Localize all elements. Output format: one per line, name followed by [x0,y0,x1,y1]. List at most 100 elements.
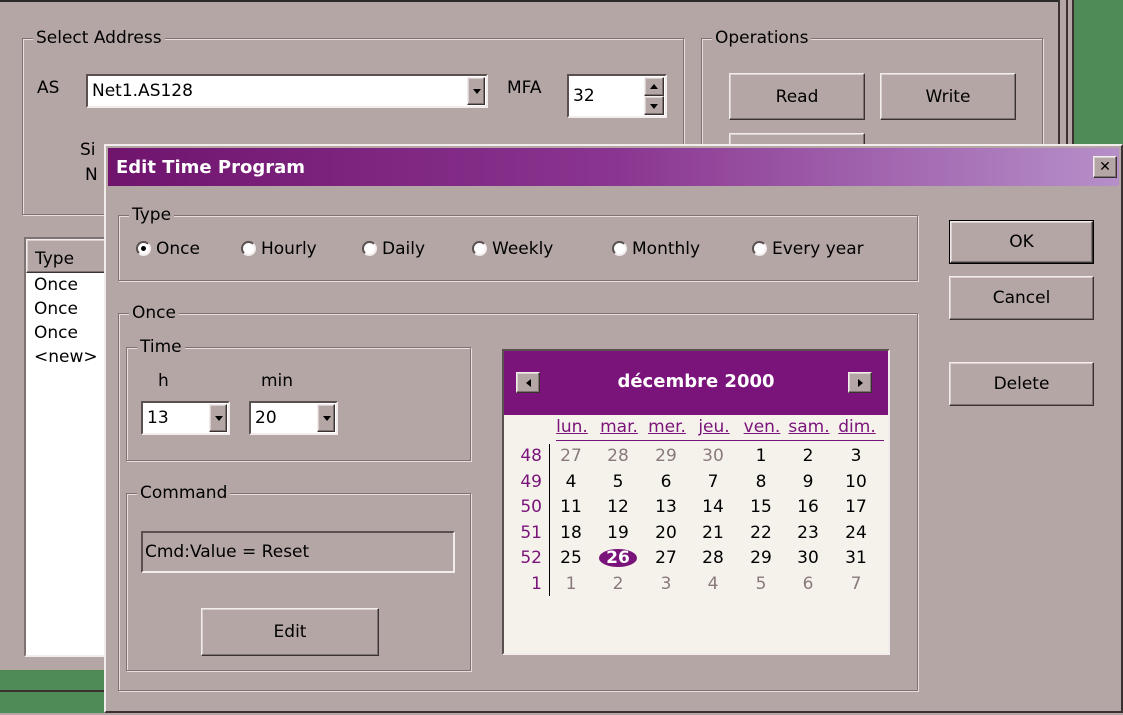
minute-select-arrow[interactable] [317,404,335,432]
mfa-down-button[interactable] [644,96,664,115]
list-item[interactable]: <new> [34,347,98,367]
calendar-day[interactable]: 14 [698,495,728,519]
next-month-button[interactable] [848,372,872,393]
calendar-day[interactable]: 7 [698,470,728,494]
radio-once[interactable] [136,241,151,256]
read-label: Read [775,86,819,107]
partial-label-s: Si [80,140,96,160]
calendar-day[interactable]: 9 [793,470,823,494]
close-button[interactable]: ✕ [1093,156,1117,178]
chevron-down-icon [473,89,481,94]
window-edge-line-inner [1066,0,1068,150]
calendar-day[interactable]: 20 [651,521,681,545]
radio-weekly-label: Weekly [492,239,554,259]
operations-title: Operations [712,27,812,49]
command-display: Cmd:Value = Reset [141,531,455,573]
hour-value: 13 [147,408,169,428]
arrow-down-icon [650,104,658,109]
read-button[interactable]: Read [729,73,865,120]
calendar-day[interactable]: 29 [746,546,776,570]
radio-weekly[interactable] [472,241,487,256]
calendar-day[interactable]: 31 [841,546,871,570]
radio-every-year-label: Every year [772,239,864,259]
calendar-day[interactable]: 27 [651,546,681,570]
calendar-day[interactable]: 4 [556,470,586,494]
list-item-label: Once [34,323,78,343]
hour-select[interactable]: 13 [141,401,230,435]
radio-hourly[interactable] [241,241,256,256]
weekday-underline [556,440,884,441]
hour-label: h [158,371,169,391]
arrow-up-icon [650,84,658,89]
calendar-day[interactable]: 8 [746,470,776,494]
calendar-day[interactable]: 1 [556,572,586,596]
calendar-day[interactable]: 10 [841,470,871,494]
calendar-day[interactable]: 21 [698,521,728,545]
calendar-day[interactable]: 12 [603,495,633,519]
calendar-day[interactable]: 5 [603,470,633,494]
mfa-up-button[interactable] [644,77,664,96]
list-item[interactable]: Once [34,299,78,319]
ok-button[interactable]: OK [949,220,1094,264]
write-button[interactable]: Write [880,73,1016,120]
calendar-day[interactable]: 28 [698,546,728,570]
radio-monthly-label: Monthly [632,239,701,259]
calendar-day[interactable]: 2 [603,572,633,596]
calendar-day[interactable]: 3 [651,572,681,596]
calendar-day[interactable]: 30 [793,546,823,570]
dialog-title: Edit Time Program [116,157,305,178]
calendar-day[interactable]: 6 [651,470,681,494]
as-combo-arrow[interactable] [467,77,485,105]
calendar-day[interactable]: 26 [599,549,637,567]
calendar-day[interactable]: 22 [746,521,776,545]
mfa-label: MFA [507,78,542,98]
list-header-type[interactable]: Type [26,239,112,273]
delete-button[interactable]: Delete [949,362,1094,406]
calendar-day[interactable]: 25 [556,546,586,570]
calendar-day[interactable]: 27 [556,444,586,468]
cancel-button[interactable]: Cancel [949,276,1094,320]
calendar-day[interactable]: 16 [793,495,823,519]
radio-daily[interactable] [362,241,377,256]
calendar-day[interactable]: 7 [841,572,871,596]
as-combo[interactable]: Net1.AS128 [86,74,488,108]
edit-command-button[interactable]: Edit [201,608,379,656]
mfa-spinner[interactable]: 32 [567,74,667,118]
calendar-day[interactable]: 28 [603,444,633,468]
calendar-day[interactable]: 5 [746,572,776,596]
minute-select[interactable]: 20 [249,401,338,435]
calendar-day[interactable]: 29 [651,444,681,468]
calendar-day[interactable]: 11 [556,495,586,519]
calendar-day[interactable]: 24 [841,521,871,545]
list-item[interactable]: Once [34,323,78,343]
radio-daily-label: Daily [382,239,426,259]
calendar-day[interactable]: 6 [793,572,823,596]
weekday-header: sam. [788,417,830,437]
write-label: Write [925,86,971,107]
as-combo-value: Net1.AS128 [92,81,193,101]
calendar-day[interactable]: 2 [793,444,823,468]
command-group-title: Command [137,482,231,504]
week-number: 51 [520,522,542,543]
week-number: 1 [531,573,542,594]
calendar[interactable]: décembre 2000 lun. mar. mer. jeu. ven. sam. di… [502,349,890,655]
calendar-day[interactable]: 17 [841,495,871,519]
calendar-day[interactable]: 1 [746,444,776,468]
week-divider [549,444,550,596]
list-item[interactable]: Once [34,275,78,295]
bottom-edge-line [0,690,110,692]
hour-select-arrow[interactable] [209,404,227,432]
time-program-list[interactable]: Type Once Once Once <new> [24,237,114,657]
radio-monthly[interactable] [612,241,627,256]
calendar-day[interactable]: 19 [603,521,633,545]
calendar-day[interactable]: 15 [746,495,776,519]
dialog-title-bar[interactable]: Edit Time Program ✕ [108,148,1119,186]
radio-every-year[interactable] [752,241,767,256]
calendar-day[interactable]: 30 [698,444,728,468]
weekday-header: dim. [838,417,876,437]
calendar-day[interactable]: 4 [698,572,728,596]
calendar-day[interactable]: 23 [793,521,823,545]
calendar-day[interactable]: 13 [651,495,681,519]
calendar-day[interactable]: 18 [556,521,586,545]
calendar-day[interactable]: 3 [841,444,871,468]
